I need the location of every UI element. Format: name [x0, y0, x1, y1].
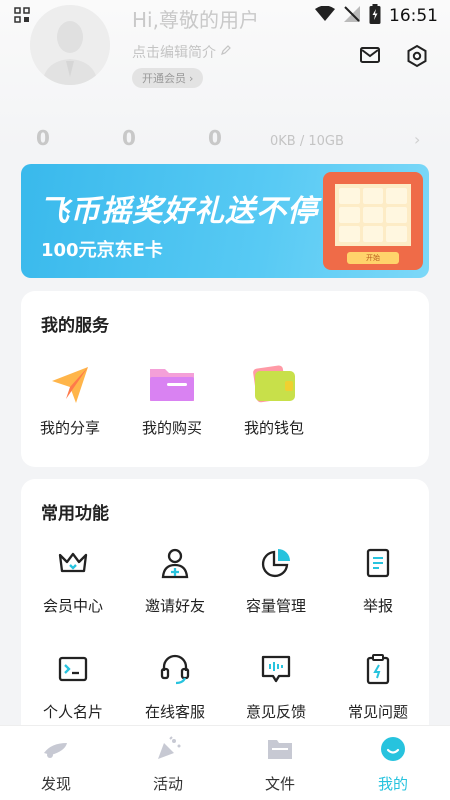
service-label: 我的分享 — [39, 419, 100, 437]
tab-label: 我的 — [377, 775, 408, 793]
function-business-card[interactable]: 个人名片 — [28, 651, 118, 722]
chevron-right-icon: › — [189, 71, 194, 85]
banner-title: 飞币摇奖好礼送不停 — [39, 194, 318, 229]
pie-chart-icon — [231, 545, 321, 581]
apps-grid-icon — [14, 7, 30, 27]
stats-row[interactable]: 0 0 0 0KB / 10GB › — [0, 124, 450, 154]
service-my-purchase[interactable]: 我的购买 — [127, 361, 217, 438]
edit-bio-link[interactable]: 点击编辑简介 — [132, 42, 232, 62]
function-label: 邀请好友 — [144, 597, 205, 615]
banner-subtitle: 100元京东E卡 — [41, 240, 163, 261]
no-signal-icon — [343, 5, 361, 27]
settings-hexagon-icon[interactable] — [405, 44, 429, 72]
headset-icon — [130, 651, 220, 687]
tab-label: 发现 — [40, 775, 71, 793]
function-online-support[interactable]: 在线客服 — [130, 651, 220, 722]
stat-count-2: 0 — [122, 126, 136, 150]
clipboard-icon — [333, 651, 423, 687]
services-title: 我的服务 — [41, 316, 109, 336]
wallet-icon — [229, 361, 319, 409]
stat-count-1: 0 — [36, 126, 50, 150]
service-label: 我的购买 — [141, 419, 202, 437]
service-my-wallet[interactable]: 我的钱包 — [229, 361, 319, 438]
storage-usage: 0KB / 10GB — [270, 134, 344, 149]
crown-icon — [28, 545, 118, 581]
purchase-folder-icon — [127, 361, 217, 409]
tab-profile[interactable]: 我的 — [353, 734, 433, 794]
activity-icon — [128, 734, 208, 764]
tab-files[interactable]: 文件 — [240, 734, 320, 794]
bottom-tab-bar: 发现 活动 文件 我的 — [0, 725, 450, 800]
function-feedback[interactable]: 意见反馈 — [231, 651, 321, 722]
machine-label: 开始 — [347, 252, 399, 264]
status-bar: 16:51 — [0, 0, 450, 32]
chevron-right-icon: › — [414, 130, 421, 149]
tab-discover[interactable]: 发现 — [16, 734, 96, 794]
lottery-banner[interactable]: 飞币摇奖好礼送不停 100元京东E卡 开始 — [21, 164, 429, 278]
function-capacity[interactable]: 容量管理 — [231, 545, 321, 616]
function-label: 容量管理 — [245, 597, 306, 615]
function-label: 举报 — [362, 597, 393, 615]
function-label: 在线客服 — [144, 703, 205, 721]
function-label: 个人名片 — [42, 703, 103, 721]
my-services-card: 我的服务 我的分享 我的购买 我的钱包 — [21, 291, 429, 467]
feedback-icon — [231, 651, 321, 687]
function-vip-center[interactable]: 会员中心 — [28, 545, 118, 616]
mail-icon[interactable] — [359, 45, 381, 69]
service-my-share[interactable]: 我的分享 — [25, 361, 115, 438]
clock-time: 16:51 — [389, 6, 438, 26]
pencil-icon — [220, 44, 232, 60]
open-vip-button[interactable]: 开通会员 › — [132, 68, 204, 88]
function-label: 会员中心 — [42, 597, 103, 615]
add-user-icon — [130, 545, 220, 581]
discover-icon — [16, 734, 96, 764]
function-faq[interactable]: 常见问题 — [333, 651, 423, 722]
service-label: 我的钱包 — [243, 419, 304, 437]
tab-activity[interactable]: 活动 — [128, 734, 208, 794]
report-icon — [333, 545, 423, 581]
terminal-card-icon — [28, 651, 118, 687]
common-functions-card: 常用功能 会员中心 邀请好友 容量管理 举报 个人名片 在线客服 意见反馈 常见… — [21, 479, 429, 739]
battery-charging-icon — [369, 4, 381, 28]
function-report[interactable]: 举报 — [333, 545, 423, 616]
vip-button-label: 开通会员 — [142, 72, 186, 85]
function-invite-friends[interactable]: 邀请好友 — [130, 545, 220, 616]
function-label: 常见问题 — [347, 703, 408, 721]
stat-count-3: 0 — [208, 126, 222, 150]
tab-label: 活动 — [152, 775, 183, 793]
bio-text: 点击编辑简介 — [132, 45, 216, 61]
function-label: 意见反馈 — [245, 703, 306, 721]
wifi-icon — [315, 5, 335, 26]
functions-title: 常用功能 — [41, 504, 109, 524]
profile-icon — [353, 734, 433, 764]
folder-icon — [240, 734, 320, 764]
slot-machine-illustration: 开始 — [323, 172, 423, 270]
share-paper-plane-icon — [25, 361, 115, 409]
tab-label: 文件 — [264, 775, 295, 793]
